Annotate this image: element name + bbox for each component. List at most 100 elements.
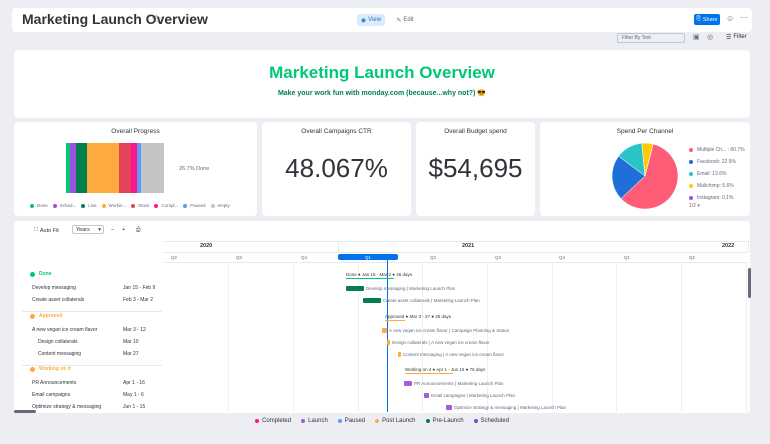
task-bar-label: Create asset collaterals | Marketing Lau… xyxy=(383,298,480,303)
save-icon[interactable]: ▣ xyxy=(693,33,700,41)
task-name[interactable]: Design collaterals xyxy=(38,339,77,345)
milestone-label: Working on it ● Apr 1 - Jun 15 ● 76 days xyxy=(405,367,486,372)
task-bar[interactable] xyxy=(387,340,390,345)
done-percent: 26.7% Done xyxy=(179,166,210,172)
zoom-select[interactable]: Years ▾ xyxy=(72,225,104,234)
legend-label: Mailchimp: 5.6% xyxy=(697,183,734,189)
task-bar-label: Optimize strategy & messaging | Marketin… xyxy=(454,405,566,410)
task-bar[interactable] xyxy=(446,405,452,410)
group-name: Working on it xyxy=(39,366,71,372)
channel-legend-item: Email: 13.6% xyxy=(689,171,726,177)
legend-label: Paused xyxy=(344,418,366,424)
export-icon[interactable]: ⎙ xyxy=(136,227,140,234)
task-name[interactable]: Create asset collaterals xyxy=(32,297,84,303)
gantt-group-header[interactable]: Approved xyxy=(30,313,62,319)
chevron-down-icon: ▾ xyxy=(98,226,101,233)
group-color-dot xyxy=(30,313,35,319)
legend-label: empty xyxy=(217,203,230,208)
group-name: Approved xyxy=(39,313,63,319)
horizontal-scrollbar[interactable] xyxy=(14,410,36,413)
legend-pager[interactable]: 1/2 ▾ xyxy=(689,203,700,209)
task-bar-label: Content messaging | A new vegan ice crea… xyxy=(403,352,504,357)
budget-value: $54,695 xyxy=(428,153,523,183)
milestone-underline xyxy=(385,320,405,321)
progress-legend-item: Live xyxy=(81,203,97,208)
channel-title: Spend Per Channel xyxy=(616,128,674,135)
progress-segment xyxy=(75,143,87,193)
task-dates: Jun 1 - 15 xyxy=(123,404,146,410)
legend-dot xyxy=(375,419,380,423)
quarter-gridline xyxy=(487,262,488,412)
legend-dot xyxy=(210,203,215,208)
task-bar[interactable] xyxy=(382,328,387,333)
progress-legend-item: Stuck xyxy=(131,203,149,208)
favorite-star-icon[interactable]: ☆ xyxy=(151,12,162,26)
channel-legend-item: Multiple Ch... : 60.7% xyxy=(689,147,745,153)
quarter-gridline xyxy=(746,262,747,412)
edit-button[interactable]: ✎ Edit xyxy=(392,14,418,26)
task-dates: Mar 27 xyxy=(123,351,139,357)
timeline-quarter: Q4 xyxy=(559,255,566,260)
task-dates: May 1 - 6 xyxy=(123,392,144,398)
quarter-gridline xyxy=(681,262,682,412)
timeline-year: 2020 xyxy=(200,243,213,249)
share-button[interactable]: ⎘ Share xyxy=(694,14,720,25)
hero-title: Marketing Launch Overview xyxy=(269,63,495,82)
progress-legend-item: empty xyxy=(210,203,230,208)
zoom-in-button[interactable]: + xyxy=(122,227,125,233)
progress-legend-item: Done xyxy=(30,203,48,208)
legend-dot xyxy=(301,419,306,423)
task-bar[interactable] xyxy=(424,393,429,398)
channel-legend-item: Mailchimp: 5.6% xyxy=(689,183,734,189)
group-separator xyxy=(22,311,162,312)
milestone-underline xyxy=(346,278,394,279)
task-bar[interactable] xyxy=(404,381,412,386)
chat-icon[interactable]: ☺ xyxy=(726,14,734,23)
timeline-quarter: Q1 xyxy=(624,255,631,260)
filter-input[interactable]: Filter By Text xyxy=(617,33,685,43)
milestone-label: Approved ● Mar 3 - 27 ● 25 days xyxy=(385,314,451,319)
filter-button[interactable]: ☰ Filter xyxy=(726,34,747,41)
milestone-underline xyxy=(405,373,453,374)
zoom-out-button[interactable]: − xyxy=(111,227,114,233)
timeline-quarter: Q2 xyxy=(430,255,437,260)
legend-label: Facebook: 22.9% xyxy=(697,159,736,165)
group-color-dot xyxy=(30,366,35,372)
task-name[interactable]: Optimize strategy & messaging xyxy=(32,404,101,410)
legend-dot xyxy=(689,196,693,200)
task-bar-label: Email campaigns | Marketing Launch Plan xyxy=(431,393,515,398)
progress-bar xyxy=(66,143,164,193)
task-dates: Apr 1 - 16 xyxy=(123,380,145,386)
vertical-scrollbar[interactable] xyxy=(748,268,751,298)
progress-title: Overall Progress xyxy=(111,128,160,135)
legend-dot xyxy=(473,419,478,423)
gantt-legend-item: Paused xyxy=(337,418,366,424)
gantt-legend-item: Launch xyxy=(301,418,328,424)
legend-label: Stuck xyxy=(138,203,150,208)
channel-legend-item: Facebook: 22.9% xyxy=(689,159,736,165)
task-bar-label: Develop messaging | Marketing Launch Pla… xyxy=(366,286,456,291)
legend-label: Sched... xyxy=(59,203,77,208)
task-name[interactable]: PR Announcements xyxy=(32,380,76,386)
task-bar[interactable] xyxy=(346,286,364,291)
task-bar[interactable] xyxy=(398,352,401,357)
filter-icon: ☰ xyxy=(726,35,732,41)
year-divider xyxy=(338,241,339,252)
autofit-button[interactable]: ⛶ Auto Fit xyxy=(34,227,59,234)
gantt-group-header[interactable]: Done xyxy=(30,271,52,277)
task-bar[interactable] xyxy=(363,298,381,303)
gantt-group-header[interactable]: Working on it xyxy=(30,366,71,372)
timeline-quarter: Q3 xyxy=(495,255,502,260)
task-name[interactable]: A new vegan ice cream flavor xyxy=(32,327,97,333)
gantt-legend-item: Scheduled xyxy=(473,418,509,424)
task-name[interactable]: Content messaging xyxy=(38,351,81,357)
more-options-icon[interactable]: ⋯ xyxy=(740,13,748,22)
timeline-quarter: Q4 xyxy=(301,255,308,260)
view-button[interactable]: ◉ View xyxy=(357,14,385,26)
user-filter-icon[interactable]: ◎ xyxy=(707,33,713,41)
progress-segment xyxy=(141,143,164,193)
gantt-legend-item: Completed xyxy=(255,418,291,424)
task-name[interactable]: Develop messaging xyxy=(32,285,76,291)
legend-dot xyxy=(337,419,342,423)
task-name[interactable]: Email campaigns xyxy=(32,392,70,398)
